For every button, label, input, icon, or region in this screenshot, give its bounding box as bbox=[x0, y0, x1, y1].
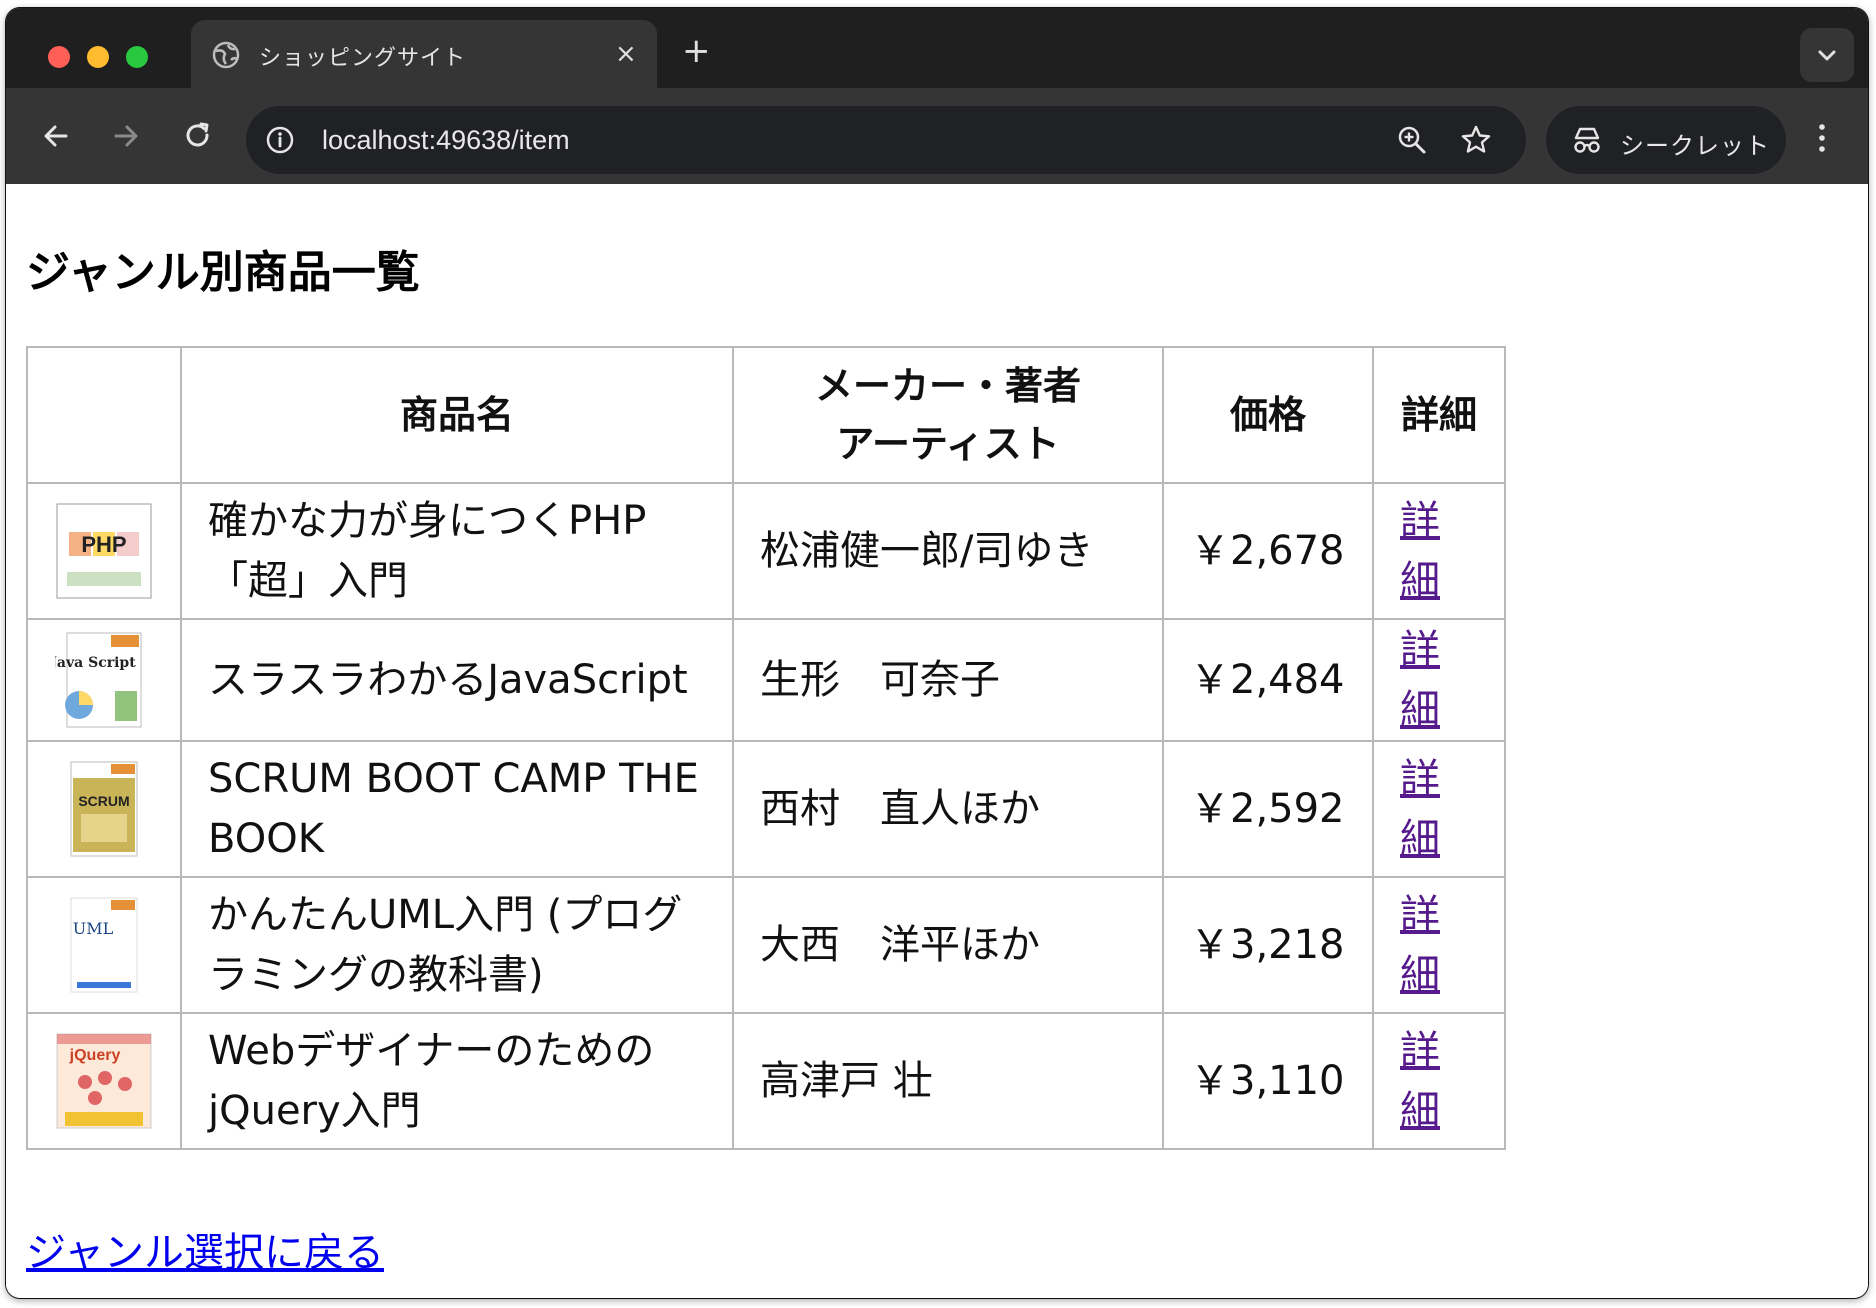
book-cover-image: Java Script bbox=[55, 632, 142, 728]
tab-search-button[interactable] bbox=[1800, 28, 1854, 82]
product-name: 確かな力が身につくPHP「超」入門 bbox=[182, 484, 734, 620]
column-header-price: 価格 bbox=[1164, 348, 1374, 484]
product-price: ￥2,678 bbox=[1164, 484, 1374, 620]
detail-link[interactable]: 詳細 bbox=[1400, 1028, 1440, 1134]
product-price: ￥2,592 bbox=[1164, 742, 1374, 878]
product-price: ￥3,110 bbox=[1164, 1014, 1374, 1150]
table-row: UML かんたんUML入門 (プログラミングの教科書) 大西 洋平ほか ￥3,2… bbox=[28, 878, 1506, 1014]
product-price: ￥2,484 bbox=[1164, 620, 1374, 742]
incognito-label: シークレット bbox=[1620, 132, 1770, 160]
table-header-row: 商品名 メーカー・著者 アーティスト 価格 詳細 bbox=[28, 348, 1506, 484]
book-cover-image: SCRUM bbox=[70, 761, 138, 857]
book-cover-image: UML bbox=[70, 897, 138, 993]
reload-icon[interactable] bbox=[182, 120, 214, 152]
product-maker: 高津戸 壮 bbox=[734, 1014, 1164, 1150]
forward-arrow-icon[interactable] bbox=[110, 120, 142, 152]
browser-window: ショッピングサイト × + localhost:49638/item シークレッ… bbox=[6, 8, 1868, 1298]
new-tab-button[interactable]: + bbox=[682, 34, 711, 68]
column-header-image bbox=[28, 348, 182, 484]
detail-cell: 詳細 bbox=[1374, 484, 1506, 620]
column-header-detail: 詳細 bbox=[1374, 348, 1506, 484]
cover-title: Java Script bbox=[55, 655, 136, 671]
detail-cell: 詳細 bbox=[1374, 620, 1506, 742]
detail-cell: 詳細 bbox=[1374, 878, 1506, 1014]
column-header-maker-line1: メーカー・著者 bbox=[814, 364, 1081, 408]
tab-shopping-site[interactable]: ショッピングサイト × bbox=[191, 20, 657, 90]
bookmark-star-icon[interactable] bbox=[1460, 124, 1492, 156]
close-window-button[interactable] bbox=[48, 46, 70, 68]
tab-bar: ショッピングサイト × + bbox=[6, 8, 1868, 90]
product-maker: 西村 直人ほか bbox=[734, 742, 1164, 878]
tab-title: ショッピングサイト bbox=[259, 46, 467, 71]
column-header-maker-line2: アーティスト bbox=[836, 422, 1060, 466]
detail-link[interactable]: 詳細 bbox=[1400, 498, 1440, 604]
incognito-badge[interactable]: シークレット bbox=[1546, 106, 1786, 174]
table-row: jQuery Webデザイナーのための jQuery入門 高津戸 壮 ￥3,11… bbox=[28, 1014, 1506, 1150]
product-image-cell: Java Script bbox=[28, 620, 182, 742]
table-row: Java Script スラスラわかるJavaScript 生形 可奈子 ￥2,… bbox=[28, 620, 1506, 742]
page-title: ジャンル別商品一覧 bbox=[26, 247, 420, 298]
back-to-genre-link[interactable]: ジャンル選択に戻る bbox=[26, 1220, 384, 1278]
product-maker: 松浦健一郎/司ゆき bbox=[734, 484, 1164, 620]
column-header-maker: メーカー・著者 アーティスト bbox=[734, 348, 1164, 484]
product-price: ￥3,218 bbox=[1164, 878, 1374, 1014]
minimize-window-button[interactable] bbox=[87, 46, 109, 68]
url-text: localhost:49638/item bbox=[322, 125, 570, 155]
close-tab-icon[interactable]: × bbox=[615, 40, 637, 68]
product-name: Webデザイナーのための jQuery入門 bbox=[182, 1014, 734, 1150]
table-row: PHP 確かな力が身につくPHP「超」入門 松浦健一郎/司ゆき ￥2,678 詳… bbox=[28, 484, 1506, 620]
chevron-down-icon bbox=[1818, 50, 1836, 61]
book-cover-image: PHP bbox=[56, 503, 152, 599]
cover-title: PHP bbox=[81, 532, 126, 557]
detail-cell: 詳細 bbox=[1374, 742, 1506, 878]
zoom-icon[interactable] bbox=[1396, 124, 1428, 156]
product-name: かんたんUML入門 (プログラミングの教科書) bbox=[182, 878, 734, 1014]
product-table: 商品名 メーカー・著者 アーティスト 価格 詳細 PHP 確かな力が身につくPH… bbox=[26, 346, 1506, 1150]
zoom-window-button[interactable] bbox=[126, 46, 148, 68]
product-maker: 大西 洋平ほか bbox=[734, 878, 1164, 1014]
back-arrow-icon[interactable] bbox=[40, 120, 72, 152]
cover-title: jQuery bbox=[69, 1047, 121, 1064]
more-menu-icon[interactable] bbox=[1814, 122, 1830, 154]
detail-link[interactable]: 詳細 bbox=[1400, 627, 1440, 733]
product-name: SCRUM BOOT CAMP THE BOOK bbox=[182, 742, 734, 878]
product-maker: 生形 可奈子 bbox=[734, 620, 1164, 742]
cover-title: SCRUM bbox=[78, 793, 129, 809]
product-name: スラスラわかるJavaScript bbox=[182, 620, 734, 742]
product-image-cell: jQuery bbox=[28, 1014, 182, 1150]
page-content: ジャンル別商品一覧 商品名 メーカー・著者 アーティスト 価格 詳細 PHP 確… bbox=[6, 184, 1868, 1298]
incognito-icon bbox=[1574, 127, 1600, 153]
product-image-cell: UML bbox=[28, 878, 182, 1014]
table-row: SCRUM SCRUM BOOT CAMP THE BOOK 西村 直人ほか ￥… bbox=[28, 742, 1506, 878]
cover-title: UML bbox=[73, 919, 114, 938]
address-bar[interactable]: localhost:49638/item bbox=[246, 106, 1526, 174]
detail-link[interactable]: 詳細 bbox=[1400, 756, 1440, 862]
detail-link[interactable]: 詳細 bbox=[1400, 892, 1440, 998]
column-header-name: 商品名 bbox=[182, 348, 734, 484]
detail-cell: 詳細 bbox=[1374, 1014, 1506, 1150]
book-cover-image: jQuery bbox=[56, 1033, 152, 1129]
browser-toolbar: localhost:49638/item シークレット bbox=[6, 88, 1868, 184]
product-image-cell: PHP bbox=[28, 484, 182, 620]
product-image-cell: SCRUM bbox=[28, 742, 182, 878]
globe-icon bbox=[212, 41, 240, 69]
site-info-icon[interactable] bbox=[264, 124, 296, 156]
